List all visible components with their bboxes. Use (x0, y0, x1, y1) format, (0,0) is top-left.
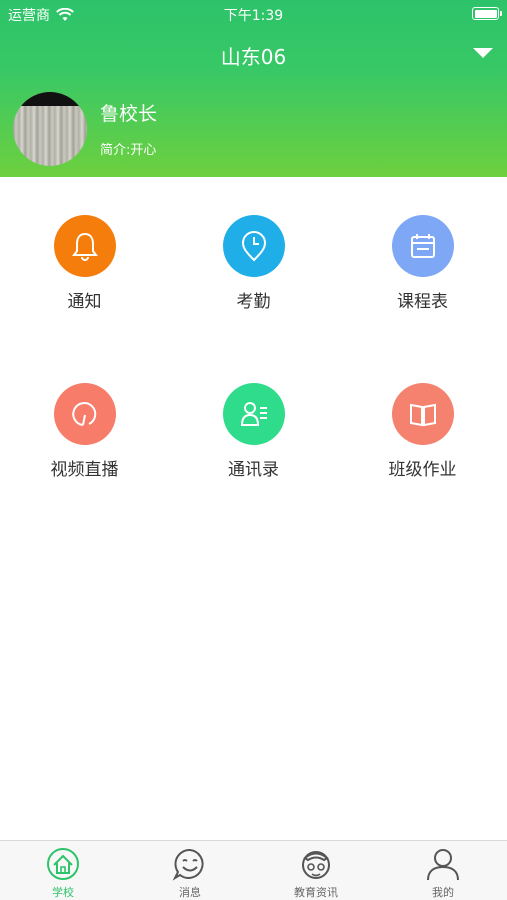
grid-label: 视频直播 (50, 460, 119, 480)
status-time: 下午1:39 (223, 8, 284, 24)
grid-icon-bg (54, 383, 116, 445)
page-title: 山东06 (220, 45, 287, 69)
grid-icon-bg (223, 383, 285, 445)
grid-item-homework[interactable]: 班级作业 (338, 345, 507, 480)
grid-icon-bg (392, 215, 454, 277)
grid-label: 通讯录 (228, 460, 279, 480)
grid-item-attendance[interactable]: 考勤 (169, 177, 338, 312)
book-icon (410, 403, 436, 427)
contacts-icon (240, 402, 267, 426)
grid-label: 课程表 (397, 292, 448, 312)
home-icon (47, 848, 79, 880)
status-bar: 运营商 下午1:39 (0, 0, 507, 28)
grid-label: 通知 (67, 292, 102, 312)
battery-icon (472, 7, 502, 20)
avatar[interactable] (13, 92, 87, 166)
header: 运营商 下午1:39 山东06 鲁校长 简介:开心 (0, 0, 507, 177)
calendar-icon (411, 234, 435, 258)
grid-icon-bg (223, 215, 285, 277)
tab-education-news[interactable]: 教育资讯 (253, 841, 379, 900)
grid-icon-bg (392, 383, 454, 445)
user-bio: 简介:开心 (100, 143, 157, 158)
chevron-down-icon[interactable] (473, 48, 493, 58)
grid-item-notice[interactable]: 通知 (0, 177, 169, 312)
clock-pin-icon (241, 231, 267, 262)
bell-icon (72, 232, 98, 261)
smile-chat-icon (172, 848, 204, 881)
grid-label: 考勤 (236, 292, 271, 312)
news-icon (302, 851, 330, 879)
tab-label: 教育资讯 (294, 886, 338, 899)
title-bar: 山东06 (0, 38, 507, 70)
grid-icon-bg (54, 215, 116, 277)
tab-label: 我的 (432, 886, 454, 899)
grid-label: 班级作业 (388, 460, 457, 480)
video-live-icon (72, 402, 97, 426)
grid-item-schedule[interactable]: 课程表 (338, 177, 507, 312)
tab-school[interactable]: 学校 (0, 841, 126, 900)
tab-bar: 学校 消息 教育资讯 我的 (0, 840, 507, 900)
tab-messages[interactable]: 消息 (127, 841, 253, 900)
tab-mine[interactable]: 我的 (380, 841, 506, 900)
user-icon (427, 849, 459, 881)
tab-label: 消息 (179, 886, 201, 899)
grid-item-live-video[interactable]: 视频直播 (0, 345, 169, 480)
user-name: 鲁校长 (100, 103, 158, 125)
tab-label: 学校 (52, 886, 74, 899)
grid-item-contacts[interactable]: 通讯录 (169, 345, 338, 480)
